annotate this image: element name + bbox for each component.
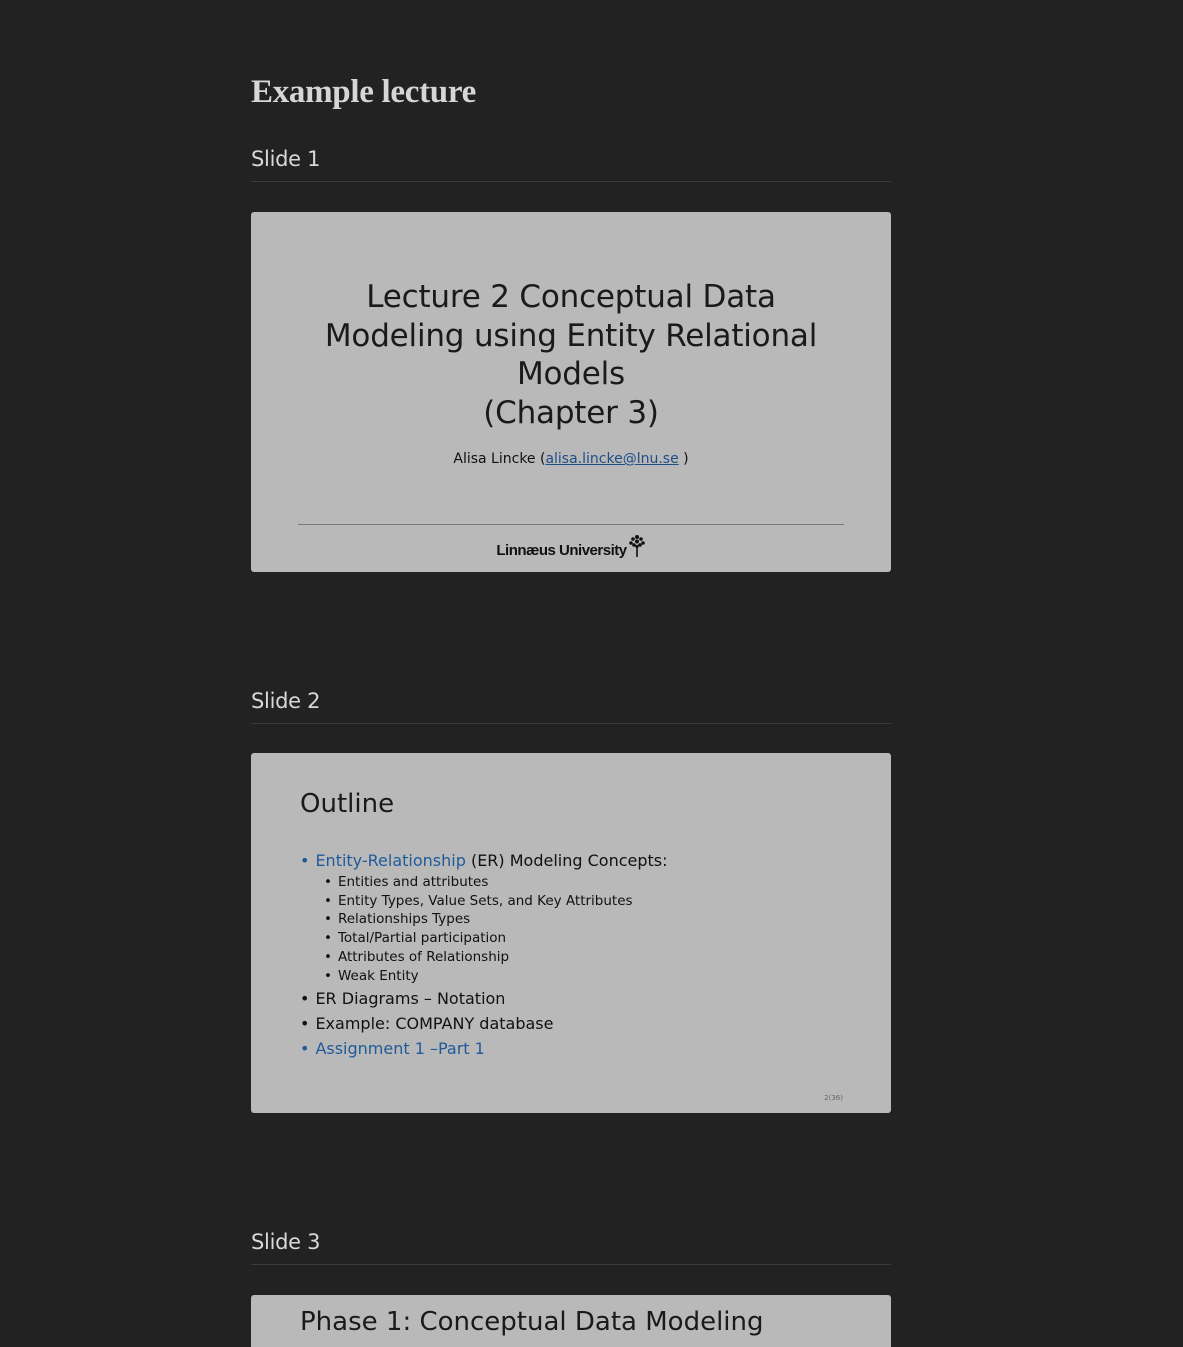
slide-3: Phase 1: Conceptual Data Modeling xyxy=(251,1295,891,1347)
university-logo: Linnæus University xyxy=(251,534,891,559)
author-prefix: Alisa Lincke ( xyxy=(453,451,546,467)
slide-2-outline-list: • Entity-Relationship (ER) Modeling Conce… xyxy=(300,848,668,1061)
outline-subitem: • Attributes of Relationship xyxy=(324,948,510,965)
outline-subitem: • Entities and attributes xyxy=(324,874,489,890)
slide-1-title-line: Models xyxy=(516,356,626,392)
slide-page-number: 2(36) xyxy=(824,1094,843,1102)
outline-sublist: • Entities and attributes • Entity Types, … xyxy=(300,873,668,985)
slide-1: Lecture 2 Conceptual Data Modeling using… xyxy=(251,212,891,572)
slide-1-divider xyxy=(298,524,844,525)
outline-subitem: • Weak Entity xyxy=(324,967,419,984)
university-logo-text: Linnæus University xyxy=(496,542,627,559)
outline-item: • Entity-Relationship (ER) Modeling Conce… xyxy=(300,851,668,985)
slide-1-heading: Slide 1 xyxy=(251,147,891,182)
outline-item-link[interactable]: Assignment 1 –Part 1 xyxy=(315,1039,484,1058)
outline-item: • ER Diagrams – Notation xyxy=(300,989,506,1009)
tree-icon xyxy=(628,535,645,557)
slide-2: Outline • Entity-Relationship (ER) Modeli… xyxy=(251,753,891,1113)
slide-1-author: Alisa Lincke (alisa.lincke@lnu.se ) xyxy=(251,451,891,467)
page-title: Example lecture xyxy=(251,74,476,110)
outline-item-link[interactable]: Entity-Relationship xyxy=(315,851,465,870)
outline-subitem: • Relationships Types xyxy=(324,911,471,928)
outline-item: • Example: COMPANY database xyxy=(300,1014,554,1034)
slide-2-title: Outline xyxy=(300,789,395,819)
outline-item: • Assignment 1 –Part 1 xyxy=(300,1039,485,1059)
outline-subitem: • Entity Types, Value Sets, and Key Attri… xyxy=(324,892,633,909)
slide-1-title: Lecture 2 Conceptual Data Modeling using… xyxy=(291,278,851,432)
outline-item-text: (ER) Modeling Concepts: xyxy=(465,851,668,870)
author-email-link[interactable]: alisa.lincke@lnu.se xyxy=(545,451,678,467)
slide-1-title-line: Lecture 2 Conceptual Data xyxy=(366,279,776,315)
slide-2-heading: Slide 2 xyxy=(251,689,891,724)
slide-1-title-line: (Chapter 3) xyxy=(483,394,659,431)
slide-1-title-line: Modeling using Entity Relational xyxy=(324,317,818,354)
outline-subitem: • Total/Partial participation xyxy=(324,930,507,947)
slide-3-title: Phase 1: Conceptual Data Modeling xyxy=(300,1307,764,1337)
author-suffix: ) xyxy=(678,451,689,467)
slide-3-heading: Slide 3 xyxy=(251,1230,891,1265)
